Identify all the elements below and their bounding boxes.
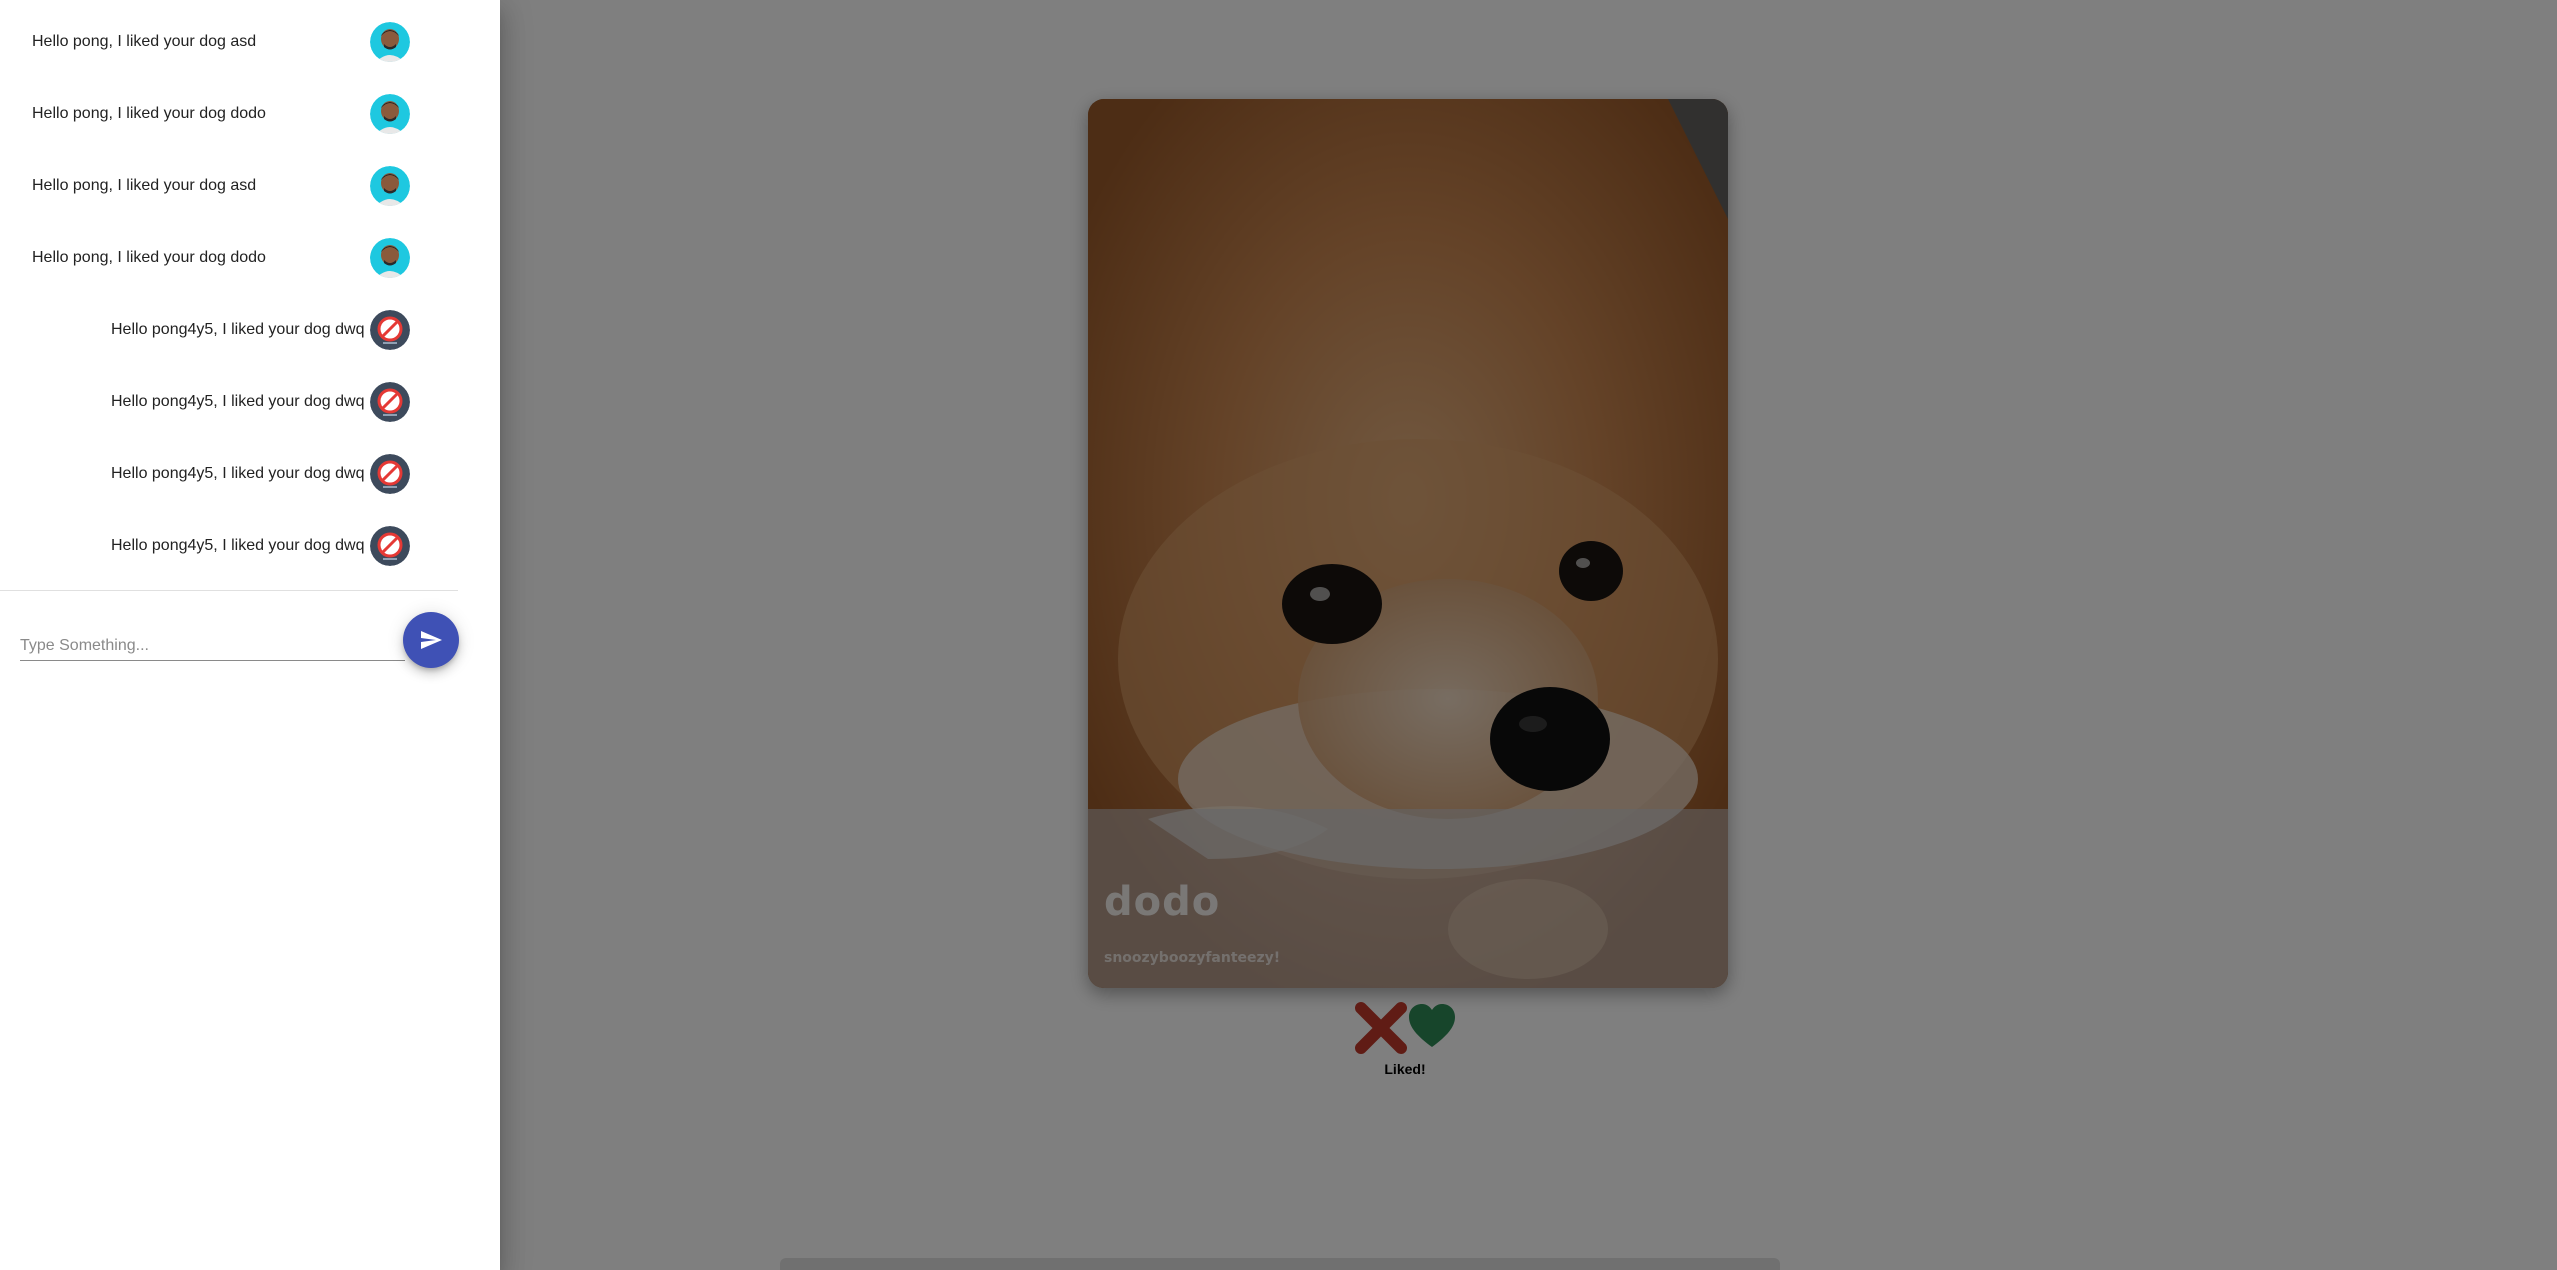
message-text: Hello pong, I liked your dog dodo: [32, 249, 266, 266]
person-avatar[interactable]: [370, 238, 410, 278]
message-item: Hello pong4y5, I liked your dog dwq: [111, 308, 365, 352]
composer-divider: [0, 590, 458, 591]
person-avatar[interactable]: [370, 94, 410, 134]
message-input-wrapper: [20, 625, 405, 661]
no-image-icon: [370, 310, 410, 350]
message-item: Hello pong, I liked your dog asd: [32, 164, 256, 208]
message-item: Hello pong, I liked your dog asd: [32, 20, 256, 64]
person-avatar[interactable]: [370, 166, 410, 206]
person-avatar[interactable]: [370, 22, 410, 62]
message-text: Hello pong, I liked your dog dodo: [32, 105, 266, 122]
no-image-avatar[interactable]: [370, 382, 410, 422]
message-text: Hello pong4y5, I liked your dog dwq: [111, 465, 365, 482]
no-image-avatar[interactable]: [370, 526, 410, 566]
no-image-icon: [370, 382, 410, 422]
message-item: Hello pong4y5, I liked your dog dwq: [111, 524, 365, 568]
no-image-icon: [370, 454, 410, 494]
send-icon: [421, 631, 442, 649]
no-image-avatar[interactable]: [370, 454, 410, 494]
message-text: Hello pong, I liked your dog asd: [32, 177, 257, 194]
no-image-icon: [370, 526, 410, 566]
person-avatar-icon: [370, 94, 410, 134]
send-button[interactable]: [403, 612, 459, 668]
message-input[interactable]: [20, 625, 405, 659]
message-item: Hello pong4y5, I liked your dog dwq: [111, 452, 365, 496]
person-avatar-icon: [370, 22, 410, 62]
person-avatar-icon: [370, 166, 410, 206]
message-text: Hello pong4y5, I liked your dog dwq: [111, 537, 365, 554]
no-image-avatar[interactable]: [370, 310, 410, 350]
message-item: Hello pong, I liked your dog dodo: [32, 92, 266, 136]
chat-drawer: Hello pong, I liked your dog asd Hello p…: [0, 0, 500, 1270]
message-item: Hello pong4y5, I liked your dog dwq: [111, 380, 365, 424]
message-item: Hello pong, I liked your dog dodo: [32, 236, 266, 280]
message-text: Hello pong4y5, I liked your dog dwq: [111, 393, 365, 410]
person-avatar-icon: [370, 238, 410, 278]
message-text: Hello pong4y5, I liked your dog dwq: [111, 321, 365, 338]
message-text: Hello pong, I liked your dog asd: [32, 33, 257, 50]
